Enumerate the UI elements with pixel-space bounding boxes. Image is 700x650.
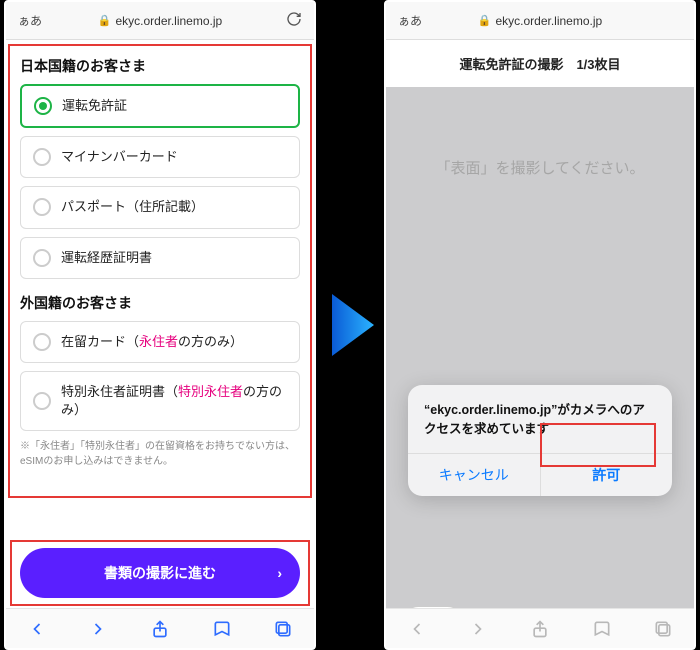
- option-label: 特別永住者証明書（特別永住者の方のみ）: [61, 383, 287, 419]
- capture-header: 運転免許証の撮影 1/3枚目: [386, 40, 694, 87]
- url-host: ekyc.order.linemo.jp: [115, 14, 222, 28]
- radio-icon: [33, 249, 51, 267]
- chevron-right-icon: ›: [277, 565, 282, 581]
- share-icon[interactable]: [149, 618, 171, 640]
- option-label: パスポート（住所記載）: [61, 198, 204, 216]
- forward-icon[interactable]: [467, 618, 489, 640]
- phone-left: ぁあ 🔒 ekyc.order.linemo.jp 日本国籍のお客さま 運転免許…: [4, 0, 316, 650]
- doc-select-panel: 日本国籍のお客さま 運転免許証マイナンバーカードパスポート（住所記載） 運転経歴証…: [6, 40, 314, 540]
- radio-icon: [33, 333, 51, 351]
- lock-icon: 🔒: [478, 14, 492, 27]
- option-label: マイナンバーカード: [61, 148, 178, 166]
- tabs-icon[interactable]: [272, 618, 294, 640]
- doc-option-foreign-0[interactable]: 在留カード（永住者の方のみ）: [20, 321, 300, 363]
- radio-icon: [34, 97, 52, 115]
- alert-allow-button[interactable]: 許可: [540, 454, 673, 496]
- address-bar: ぁあ 🔒 ekyc.order.linemo.jp: [386, 2, 694, 40]
- address-bar: ぁあ 🔒 ekyc.order.linemo.jp: [6, 2, 314, 40]
- option-label: 運転経歴証明書: [61, 249, 152, 267]
- section-title-japanese: 日本国籍のお客さま: [20, 56, 300, 76]
- phone-right: ぁあ 🔒 ekyc.order.linemo.jp 運転免許証の撮影 1/3枚目…: [384, 0, 696, 650]
- doc-option-jp-1[interactable]: マイナンバーカード: [20, 136, 300, 178]
- text-size-button[interactable]: ぁあ: [18, 12, 42, 29]
- radio-icon: [33, 198, 51, 216]
- text-size-button[interactable]: ぁあ: [398, 12, 422, 29]
- alert-message: “ekyc.order.linemo.jp”がカメラへのアクセスを求めています: [408, 385, 672, 453]
- cta-label: 書類の撮影に進む: [104, 563, 216, 583]
- footnote: ※「永住者」「特別永住者」の在留資格をお持ちでない方は、eSIMのお申し込みはで…: [20, 439, 300, 469]
- proceed-to-capture-button[interactable]: 書類の撮影に進む ›: [20, 548, 300, 598]
- url-host: ekyc.order.linemo.jp: [495, 14, 602, 28]
- forward-icon[interactable]: [87, 618, 109, 640]
- doc-option-jp-3[interactable]: 運転経歴証明書: [20, 237, 300, 279]
- flow-arrow-icon: [328, 290, 378, 360]
- lock-icon: 🔒: [98, 14, 112, 27]
- reload-icon[interactable]: [286, 11, 302, 30]
- back-icon[interactable]: [26, 618, 48, 640]
- bookmarks-icon[interactable]: [591, 618, 613, 640]
- radio-icon: [33, 392, 51, 410]
- safari-toolbar: [6, 608, 314, 648]
- doc-option-foreign-1[interactable]: 特別永住者証明書（特別永住者の方のみ）: [20, 371, 300, 431]
- doc-option-jp-0[interactable]: 運転免許証: [20, 84, 300, 128]
- doc-option-jp-2[interactable]: パスポート（住所記載）: [20, 186, 300, 228]
- camera-permission-alert: “ekyc.order.linemo.jp”がカメラへのアクセスを求めています …: [408, 385, 672, 496]
- capture-screen: 運転免許証の撮影 1/3枚目 「表面」を撮影してください。 “ekyc.orde…: [386, 40, 694, 608]
- option-label: 在留カード（永住者の方のみ）: [61, 333, 243, 351]
- share-icon[interactable]: [529, 618, 551, 640]
- option-label: 運転免許証: [62, 97, 127, 115]
- alert-cancel-button[interactable]: キャンセル: [408, 454, 540, 496]
- safari-toolbar: [386, 608, 694, 648]
- bookmarks-icon[interactable]: [211, 618, 233, 640]
- section-title-foreign: 外国籍のお客さま: [20, 293, 300, 313]
- radio-icon: [33, 148, 51, 166]
- back-icon[interactable]: [406, 618, 428, 640]
- dim-overlay: [386, 87, 694, 608]
- tabs-icon[interactable]: [652, 618, 674, 640]
